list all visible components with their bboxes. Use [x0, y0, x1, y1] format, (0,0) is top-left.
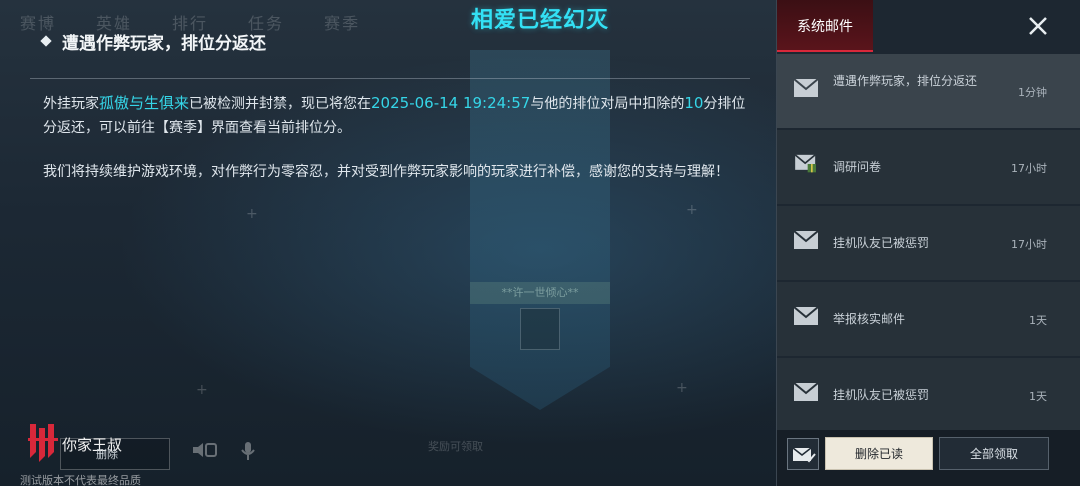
- claim-all-button[interactable]: 全部领取: [939, 437, 1049, 470]
- panel-footer: 删除已读 全部领取: [777, 430, 1080, 486]
- mail-list-item[interactable]: 调研问卷 17小时: [777, 130, 1080, 204]
- speaker-icon[interactable]: [184, 440, 224, 468]
- background-portrait: [520, 308, 560, 350]
- player-name: 孤傲与生俱来: [99, 94, 190, 112]
- mail-item-time: 17小时: [1011, 238, 1047, 251]
- divider: [30, 78, 750, 79]
- mail-text: 与他的排位对局中扣除的: [530, 96, 685, 112]
- mail-item-title: 举报核实邮件: [833, 312, 906, 326]
- brand-logo-icon: [26, 422, 60, 462]
- mail-text: 已被检测并封禁，现已将您在: [189, 96, 372, 112]
- mail-item-time: 1天: [1029, 314, 1047, 327]
- mail-item-title: 调研问卷: [833, 160, 882, 174]
- mail-item-title: 挂机队友已被惩罚: [833, 388, 930, 402]
- envelope-icon: [793, 382, 819, 401]
- mail-paragraph: 外挂玩家孤傲与生俱来已被检测并封禁，现已将您在2025-06-14 19:24:…: [43, 91, 750, 140]
- background-hint: 奖励可领取: [428, 440, 483, 453]
- points-value: 10: [684, 94, 704, 112]
- mail-list-item[interactable]: 举报核实邮件 1天: [777, 282, 1080, 356]
- read-all-button[interactable]: [787, 438, 819, 470]
- match-time: 2025-06-14 19:24:57: [371, 94, 531, 112]
- plus-icon: +: [676, 380, 688, 396]
- mail-item-time: 1天: [1029, 390, 1047, 403]
- mail-text: 外挂玩家: [43, 96, 99, 112]
- plus-icon: +: [246, 206, 258, 222]
- envelope-check-icon: [792, 447, 816, 463]
- mail-item-title: 挂机队友已被惩罚: [833, 236, 930, 250]
- plus-icon: +: [196, 382, 208, 398]
- close-icon[interactable]: [1023, 10, 1053, 42]
- tab-system-mail[interactable]: 系统邮件: [777, 0, 873, 52]
- microphone-icon[interactable]: [228, 440, 268, 468]
- plus-icon: +: [686, 202, 698, 218]
- mail-list-item[interactable]: 挂机队友已被惩罚 17小时: [777, 206, 1080, 280]
- delete-read-button[interactable]: 删除已读: [825, 437, 933, 470]
- footer-note: 测试版本不代表最终品质: [20, 474, 141, 486]
- mail-list: 遭遇作弊玩家，排位分返还 1分钟 调研问卷 17小时 挂机队友已被惩罚 17小时…: [777, 54, 1080, 434]
- background-banner-label: **许一世倾心**: [470, 282, 610, 304]
- mail-item-time: 1分钟: [1018, 86, 1047, 99]
- mail-title-row: 遭遇作弊玩家，排位分返还: [30, 22, 760, 60]
- mail-paragraph: 我们将持续维护游戏环境，对作弊行为零容忍，并对受到作弊玩家影响的玩家进行补偿，感…: [43, 164, 729, 180]
- delete-label: 删除: [96, 448, 118, 461]
- mail-body: 外挂玩家孤傲与生俱来已被检测并封禁，现已将您在2025-06-14 19:24:…: [30, 91, 750, 184]
- mail-list-item[interactable]: 挂机队友已被惩罚 1天: [777, 358, 1080, 432]
- mail-title: 遭遇作弊玩家，排位分返还: [62, 33, 266, 54]
- diamond-icon: [40, 35, 52, 47]
- envelope-icon: [793, 230, 819, 249]
- envelope-gift-icon: [794, 154, 816, 173]
- mail-panel: 系统邮件 遭遇作弊玩家，排位分返还 1分钟 调研问卷 17小时 挂机队友已被惩罚…: [776, 0, 1080, 486]
- mail-content: 遭遇作弊玩家，排位分返还 外挂玩家孤傲与生俱来已被检测并封禁，现已将您在2025…: [30, 22, 760, 184]
- envelope-icon: [793, 306, 819, 325]
- mail-list-item[interactable]: 遭遇作弊玩家，排位分返还 1分钟: [777, 54, 1080, 128]
- mail-item-time: 17小时: [1011, 162, 1047, 175]
- envelope-icon: [793, 78, 819, 97]
- mail-item-title: 遭遇作弊玩家，排位分返还: [833, 74, 978, 88]
